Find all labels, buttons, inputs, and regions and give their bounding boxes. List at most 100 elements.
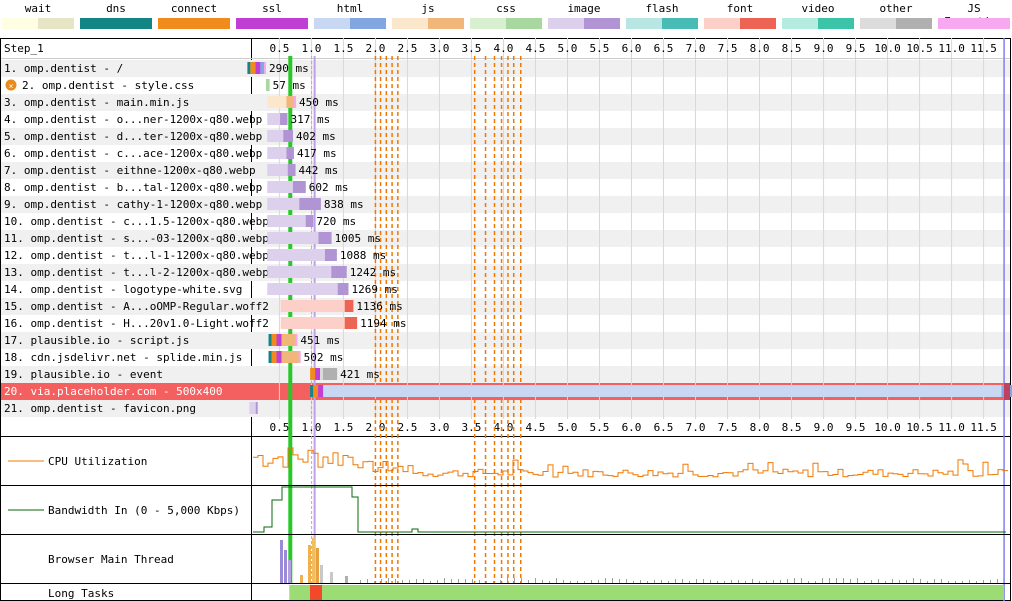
request-label: 18. cdn.jsdelivr.net - splide.min.js	[4, 351, 242, 364]
main-thread-activity	[430, 581, 431, 583]
main-thread-activity	[612, 578, 613, 583]
request-bar-wait	[267, 198, 300, 210]
request-label: 11. omp.dentist - s...-03-1200x-q80.webp	[4, 232, 269, 245]
request-bar-download	[318, 232, 332, 244]
tick-label: 3.5	[462, 42, 482, 55]
main-thread-activity	[703, 579, 704, 583]
request-time-label: 1088 ms	[340, 249, 386, 262]
main-thread-activity	[710, 580, 711, 583]
tick-label: 6.0	[622, 421, 642, 434]
dns-segment	[268, 334, 272, 346]
tick-label: 6.5	[654, 42, 674, 55]
main-thread-activity	[640, 580, 641, 583]
main-thread-activity	[542, 580, 543, 583]
tick-label: 2.5	[398, 42, 418, 55]
request-label: 9. omp.dentist - cathy-1-1200x-q80.webp	[4, 198, 262, 211]
main-thread-activity	[493, 581, 494, 583]
ssl-segment	[276, 351, 282, 363]
request-label: 4. omp.dentist - o...ner-1200x-q80.webp	[4, 113, 262, 126]
main-thread-activity	[330, 572, 333, 583]
main-thread-activity	[864, 581, 865, 583]
ssl-segment	[276, 334, 282, 346]
request-time-label: 57 ms	[273, 79, 306, 92]
main-thread-activity	[969, 580, 970, 583]
tick-label: 11.5	[970, 42, 997, 55]
main-thread-activity	[633, 581, 634, 583]
tick-label: 5.5	[590, 42, 610, 55]
main-thread-activity	[284, 550, 287, 583]
main-thread-activity	[815, 581, 816, 583]
tick-label: 8.5	[782, 42, 802, 55]
main-thread-activity	[948, 581, 949, 583]
request-time-label: 1194 ms	[360, 317, 406, 330]
main-thread-activity	[850, 579, 851, 583]
main-thread-activity	[451, 579, 452, 583]
tick-label: 3.0	[430, 42, 450, 55]
main-thread-activity	[878, 579, 879, 583]
waterfall-chart: Step_1 0.50.51.01.01.51.52.02.02.52.53.03…	[0, 38, 1012, 601]
request-time-label: 417 ms	[297, 147, 337, 160]
tick-label: 8.0	[750, 42, 770, 55]
main-thread-activity	[724, 581, 725, 583]
main-thread-activity	[437, 580, 438, 583]
request-bar-download	[299, 198, 321, 210]
main-thread-activity	[668, 581, 669, 583]
step-label: Step_1	[4, 42, 44, 55]
ssl-segment	[255, 62, 261, 74]
row-stripe	[1, 60, 1010, 77]
tick-label: 4.5	[526, 42, 546, 55]
main-thread-activity	[738, 580, 739, 583]
js-execution	[263, 62, 266, 74]
request-bar-download	[331, 266, 347, 278]
request-label: 21. omp.dentist - favicon.png	[4, 402, 196, 415]
request-time-label: 1269 ms	[351, 283, 397, 296]
request-time-label: 402 ms	[296, 130, 336, 143]
request-bar-wait	[320, 368, 323, 380]
main-thread-activity	[899, 580, 900, 583]
main-thread-activity	[402, 580, 403, 583]
main-thread-activity	[535, 578, 536, 583]
request-label: 6. omp.dentist - c...ace-1200x-q80.webp	[4, 147, 262, 160]
request-time-label: 451 ms	[300, 334, 340, 347]
request-bar-wait	[323, 385, 1002, 397]
request-bar-download	[344, 300, 354, 312]
main-thread-activity	[675, 579, 676, 583]
main-thread-activity	[486, 581, 487, 583]
cpu-utilization-series	[253, 447, 1008, 478]
request-bar-download	[255, 402, 258, 414]
ssl-segment	[315, 368, 321, 380]
request-time-label: 1136 ms	[356, 300, 402, 313]
request-bar-download	[337, 283, 349, 295]
main-thread-activity	[752, 579, 753, 583]
main-thread-activity	[794, 578, 795, 583]
main-thread-activity	[780, 580, 781, 583]
main-thread-activity	[808, 581, 809, 583]
request-label: 2. omp.dentist - style.css	[22, 79, 194, 92]
main-thread-activity	[941, 579, 942, 583]
request-time-label: 602 ms	[309, 181, 349, 194]
main-thread-activity	[598, 580, 599, 583]
main-thread-activity	[570, 581, 571, 583]
request-bar-download	[281, 334, 298, 346]
main-thread-activity	[745, 581, 746, 583]
main-thread-activity	[556, 578, 557, 583]
tick-label: 7.5	[718, 421, 738, 434]
tick-label: 11.0	[938, 42, 965, 55]
request-bar-download	[292, 181, 306, 193]
main-thread-activity	[563, 580, 564, 583]
request-bar-wait	[267, 147, 287, 159]
request-bar-download	[322, 368, 338, 380]
js-execution	[295, 334, 298, 346]
js-execution	[294, 96, 297, 108]
request-time-label: 290 ms	[269, 62, 309, 75]
tick-label: 4.0	[494, 42, 514, 55]
tick-label: 6.5	[654, 421, 674, 434]
main-thread-activity	[479, 580, 480, 583]
main-thread-activity	[409, 580, 410, 583]
request-label: 12. omp.dentist - t...l-1-1200x-q80.webp	[4, 249, 269, 262]
request-bar-wait	[267, 283, 338, 295]
request-time-label: 1005 ms	[335, 232, 381, 245]
main-thread-activity	[661, 580, 662, 583]
main-thread-activity	[766, 581, 767, 583]
tick-label: 3.5	[462, 421, 482, 434]
